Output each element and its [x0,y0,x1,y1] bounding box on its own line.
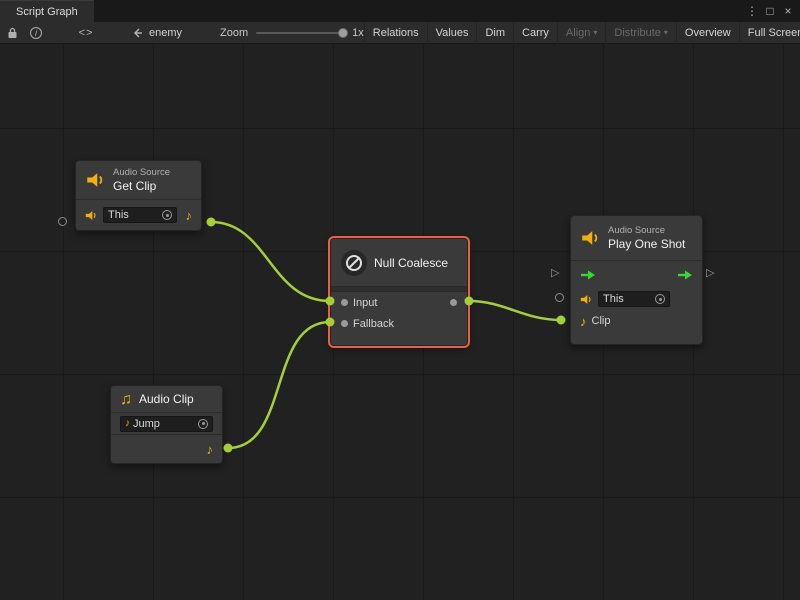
port-this-input-ring[interactable] [58,217,67,226]
lock-button[interactable] [0,22,24,44]
node-play-one-shot[interactable]: Audio Source Play One Shot [570,215,703,345]
audio-clip-value-row: ♪ Jump [111,412,222,434]
input-port-row[interactable]: Input [331,292,467,313]
maximize-icon[interactable]: □ [762,4,778,18]
node-get-clip-ports: This ♪ [76,199,201,230]
note-icon: ♪ [125,417,130,430]
flow-in-port-triangle[interactable]: ▷ [551,267,559,279]
values-button[interactable]: Values [427,22,477,44]
graph-canvas[interactable]: Audio Source Get Clip This ♪ [0,44,800,600]
titlebar-controls: ⋮ □ × [744,0,800,22]
node-null-coalesce-header: Null Coalesce [331,239,467,286]
node-get-clip-header: Audio Source Get Clip [76,161,201,199]
relations-button[interactable]: Relations [364,22,427,44]
audio-clip-output-icon[interactable]: ♪ [186,209,193,222]
zoom-slider-knob[interactable] [338,28,348,38]
this-object-field[interactable]: This [598,291,670,307]
tab-script-graph[interactable]: Script Graph [0,0,94,22]
node-category: Audio Source [113,167,170,179]
unity-script-graph-window: Script Graph ⋮ □ × i <> enemy [0,0,800,600]
flow-out-port-triangle[interactable]: ▷ [706,267,714,279]
result-port-dot[interactable] [450,299,457,306]
audio-clip-output-icon[interactable]: ♪ [207,443,214,456]
distribute-button[interactable]: Distribute ▾ [605,22,675,44]
kebab-menu-icon[interactable]: ⋮ [744,4,760,18]
code-icon: <> [79,27,94,39]
dim-button[interactable]: Dim [476,22,513,44]
wire-endpoint[interactable] [207,218,216,227]
zoom-value: 1x [352,27,364,39]
node-audio-clip[interactable]: ♫ Audio Clip ♪ Jump ♪ [110,385,223,464]
node-title: Get Clip [113,179,170,193]
info-button[interactable]: i [24,22,48,44]
wire-endpoint[interactable] [224,444,233,453]
wire-result-to-clip [469,301,561,320]
window-titlebar: Script Graph ⋮ □ × [0,0,800,22]
close-icon[interactable]: × [780,4,796,18]
audio-source-icon [580,293,593,306]
tab-label: Script Graph [16,6,78,18]
zoom-slider[interactable] [256,32,344,34]
node-category: Audio Source [608,225,685,237]
node-audio-clip-header: ♫ Audio Clip [111,386,222,412]
input-port-dot[interactable] [341,299,348,306]
overview-button[interactable]: Overview [676,22,739,44]
node-get-clip[interactable]: Audio Source Get Clip This ♪ [75,160,202,231]
node-title: Play One Shot [608,237,685,251]
audio-source-icon [86,170,106,190]
audio-source-icon [581,228,601,248]
flow-in-arrow-icon[interactable] [580,270,596,280]
graph-toolbar: i <> enemy Zoom 1x Relations Values Dim … [0,22,800,44]
audio-clip-object-field[interactable]: ♪ Jump [120,416,213,432]
fullscreen-button[interactable]: Full Screen [739,22,800,44]
this-object-field[interactable]: This [103,207,177,223]
zoom-label: Zoom [220,27,248,39]
info-icon: i [30,27,42,39]
port-this-input-ring[interactable] [555,293,564,302]
align-button[interactable]: Align ▾ [557,22,605,44]
audio-clip-icon: ♫ [120,393,132,406]
object-picker-icon[interactable] [162,210,172,220]
node-title: Audio Clip [139,392,194,406]
zoom-control: Zoom 1x [220,27,364,39]
graph-breadcrumb-icon [132,28,144,38]
fallback-port-row[interactable]: Fallback [331,313,467,334]
audio-clip-input-icon: ♪ [580,315,587,328]
audio-source-icon [85,209,98,222]
node-play-one-shot-header: Audio Source Play One Shot [571,216,702,260]
carry-button[interactable]: Carry [513,22,557,44]
wire-audioclip-to-fallback [228,322,330,448]
fallback-port-dot[interactable] [341,320,348,327]
breadcrumb-label: enemy [149,27,182,39]
edit-script-button[interactable]: <> [74,22,98,44]
control-flow-row[interactable] [571,260,702,288]
chevron-down-icon: ▾ [664,28,668,37]
this-port-row[interactable]: This [571,288,702,310]
clip-port-row[interactable]: ♪ Clip [571,310,702,332]
null-coalesce-icon [341,250,367,276]
lock-icon [7,27,18,39]
flow-out-arrow-icon[interactable] [677,270,693,280]
node-title: Null Coalesce [374,256,448,270]
chevron-down-icon: ▾ [593,28,597,37]
toolbar-buttons: Relations Values Dim Carry Align ▾ Distr… [364,22,800,44]
breadcrumb[interactable]: enemy [132,27,182,39]
node-null-coalesce[interactable]: Null Coalesce Input Fallback [330,238,468,346]
wire-endpoint[interactable] [557,316,566,325]
audio-clip-output-row: ♪ [111,434,222,463]
object-picker-icon[interactable] [655,294,665,304]
wire-getclip-to-input [211,222,330,301]
object-picker-icon[interactable] [198,419,208,429]
